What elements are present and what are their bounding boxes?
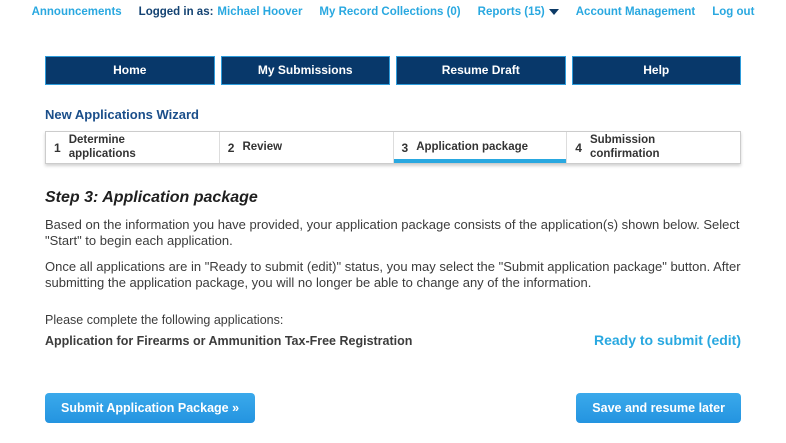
wizard-step-2-review[interactable]: 2 Review <box>219 132 393 163</box>
reports-link[interactable]: Reports (15) <box>478 6 545 18</box>
save-and-resume-later-button[interactable]: Save and resume later <box>576 393 741 423</box>
nav-tab-help[interactable]: Help <box>572 56 742 85</box>
action-buttons-row: Submit Application Package » Save and re… <box>45 393 741 423</box>
chevron-down-icon <box>549 9 559 15</box>
wizard-step-3-application-package[interactable]: 3 Application package <box>393 132 567 163</box>
application-name: Application for Firearms or Ammunition T… <box>45 334 412 348</box>
wizard-title: New Applications Wizard <box>45 107 741 122</box>
instructions-paragraph: Once all applications are in "Ready to s… <box>45 259 741 292</box>
logged-in-status: Logged in as: Michael Hoover <box>139 6 303 18</box>
logged-in-label: Logged in as: <box>139 6 214 18</box>
wizard-step-bar: 1 Determine applications 2 Review 3 Appl… <box>45 131 741 164</box>
wizard-step-1-determine-applications[interactable]: 1 Determine applications <box>46 132 219 163</box>
main-nav: Home My Submissions Resume Draft Help <box>45 56 741 85</box>
nav-tab-resume-draft[interactable]: Resume Draft <box>396 56 566 85</box>
reports-menu[interactable]: Reports (15) <box>478 6 559 18</box>
step-label: Submission confirmation <box>590 134 708 160</box>
step-number: 4 <box>575 141 582 155</box>
step-label: Application package <box>416 141 528 154</box>
top-utility-bar: Announcements Logged in as: Michael Hoov… <box>0 0 786 18</box>
announcements-link[interactable]: Announcements <box>32 6 122 18</box>
step-label: Review <box>242 141 282 154</box>
complete-applications-label: Please complete the following applicatio… <box>45 313 741 327</box>
account-management-link[interactable]: Account Management <box>576 6 696 18</box>
nav-tab-my-submissions[interactable]: My Submissions <box>221 56 391 85</box>
nav-tab-home[interactable]: Home <box>45 56 215 85</box>
page-title: Step 3: Application package <box>45 189 741 207</box>
logout-link[interactable]: Log out <box>712 6 754 18</box>
step-number: 2 <box>228 141 235 155</box>
submit-application-package-button[interactable]: Submit Application Package » <box>45 393 255 423</box>
step-number: 3 <box>402 141 409 155</box>
step-label: Determine applications <box>69 134 187 160</box>
ready-to-submit-edit-link[interactable]: Ready to submit (edit) <box>594 332 741 348</box>
wizard-step-4-submission-confirmation[interactable]: 4 Submission confirmation <box>566 132 740 163</box>
application-row: Application for Firearms or Ammunition T… <box>45 332 741 348</box>
intro-paragraph: Based on the information you have provid… <box>45 217 741 250</box>
record-collections-link[interactable]: My Record Collections (0) <box>319 6 460 18</box>
user-name: Michael Hoover <box>217 6 302 18</box>
step-number: 1 <box>54 141 61 155</box>
